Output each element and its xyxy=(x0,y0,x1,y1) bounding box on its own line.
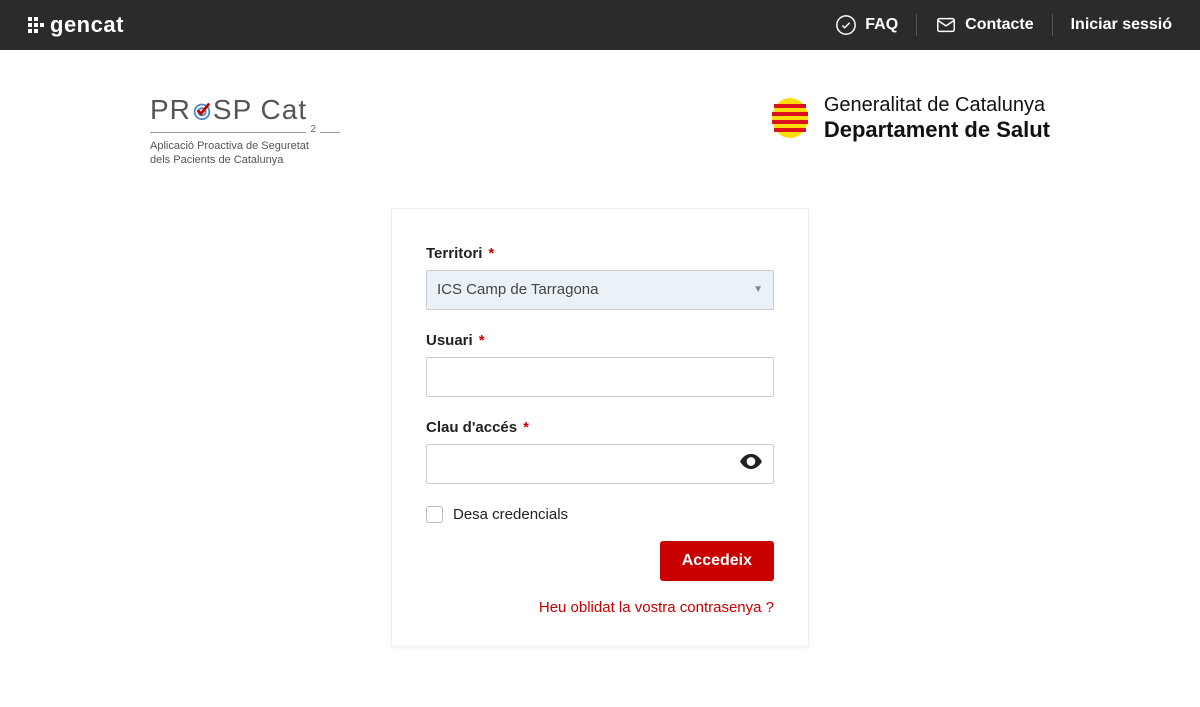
password-label: Clau d'accés * xyxy=(426,419,774,436)
brand-dots-icon xyxy=(28,17,44,33)
submit-button[interactable]: Accedeix xyxy=(660,541,774,581)
contact-link[interactable]: Contacte xyxy=(917,14,1052,36)
prosp-divider: 2 xyxy=(150,132,340,133)
faq-link[interactable]: FAQ xyxy=(817,14,917,36)
territory-label-text: Territori xyxy=(426,245,482,262)
prosp-title: PR SP Cat xyxy=(150,94,340,128)
prosp-title-post: SP Cat xyxy=(213,94,307,125)
login-card: Territori * ICS Camp de Tarragona ▼ Usuar… xyxy=(391,208,809,647)
faq-label: FAQ xyxy=(865,16,898,34)
gencat-line1: Generalitat de Catalunya xyxy=(824,94,1050,117)
password-label-text: Clau d'accés xyxy=(426,419,517,436)
remember-checkbox[interactable] xyxy=(426,506,443,523)
login-link[interactable]: Iniciar sessió xyxy=(1053,16,1172,34)
password-input[interactable] xyxy=(426,444,774,484)
required-mark: * xyxy=(523,419,529,436)
prosp-subtitle-2: dels Pacients de Catalunya xyxy=(150,153,340,167)
remember-label: Desa credencials xyxy=(453,506,568,523)
logo-row: PR SP Cat 2 Aplicació Proactiva de Segure… xyxy=(150,94,1050,168)
gencat-logo: Generalitat de Catalunya Departament de … xyxy=(770,94,1050,142)
top-nav: FAQ Contacte Iniciar sessió xyxy=(817,14,1172,36)
user-label: Usuari * xyxy=(426,332,774,349)
territory-select[interactable]: ICS Camp de Tarragona ▼ xyxy=(426,270,774,310)
target-check-icon xyxy=(191,96,213,128)
gencat-line2: Departament de Salut xyxy=(824,117,1050,142)
user-label-text: Usuari xyxy=(426,332,473,349)
territory-label: Territori * xyxy=(426,245,774,262)
topbar: gencat FAQ Contacte Iniciar sessió xyxy=(0,0,1200,50)
territory-value: ICS Camp de Tarragona xyxy=(437,281,598,298)
required-mark: * xyxy=(479,332,485,349)
user-input[interactable] xyxy=(426,357,774,397)
contact-label: Contacte xyxy=(965,16,1033,34)
forgot-password-link[interactable]: Heu oblidat la vostra contrasenya ? xyxy=(539,599,774,616)
eye-icon xyxy=(738,448,764,474)
prosp-title-pre: PR xyxy=(150,94,191,125)
chevron-down-icon: ▼ xyxy=(753,284,763,295)
prosp-subtitle-1: Aplicació Proactiva de Seguretat xyxy=(150,139,340,153)
required-mark: * xyxy=(488,245,494,262)
login-label: Iniciar sessió xyxy=(1071,16,1172,34)
brand[interactable]: gencat xyxy=(28,12,124,38)
senyera-icon xyxy=(770,96,810,140)
prosp-logo: PR SP Cat 2 Aplicació Proactiva de Segure… xyxy=(150,94,340,168)
prosp-version: 2 xyxy=(306,124,320,135)
brand-text: gencat xyxy=(50,12,124,38)
mail-icon xyxy=(935,14,957,36)
check-circle-icon xyxy=(835,14,857,36)
toggle-password-visibility[interactable] xyxy=(738,448,764,479)
